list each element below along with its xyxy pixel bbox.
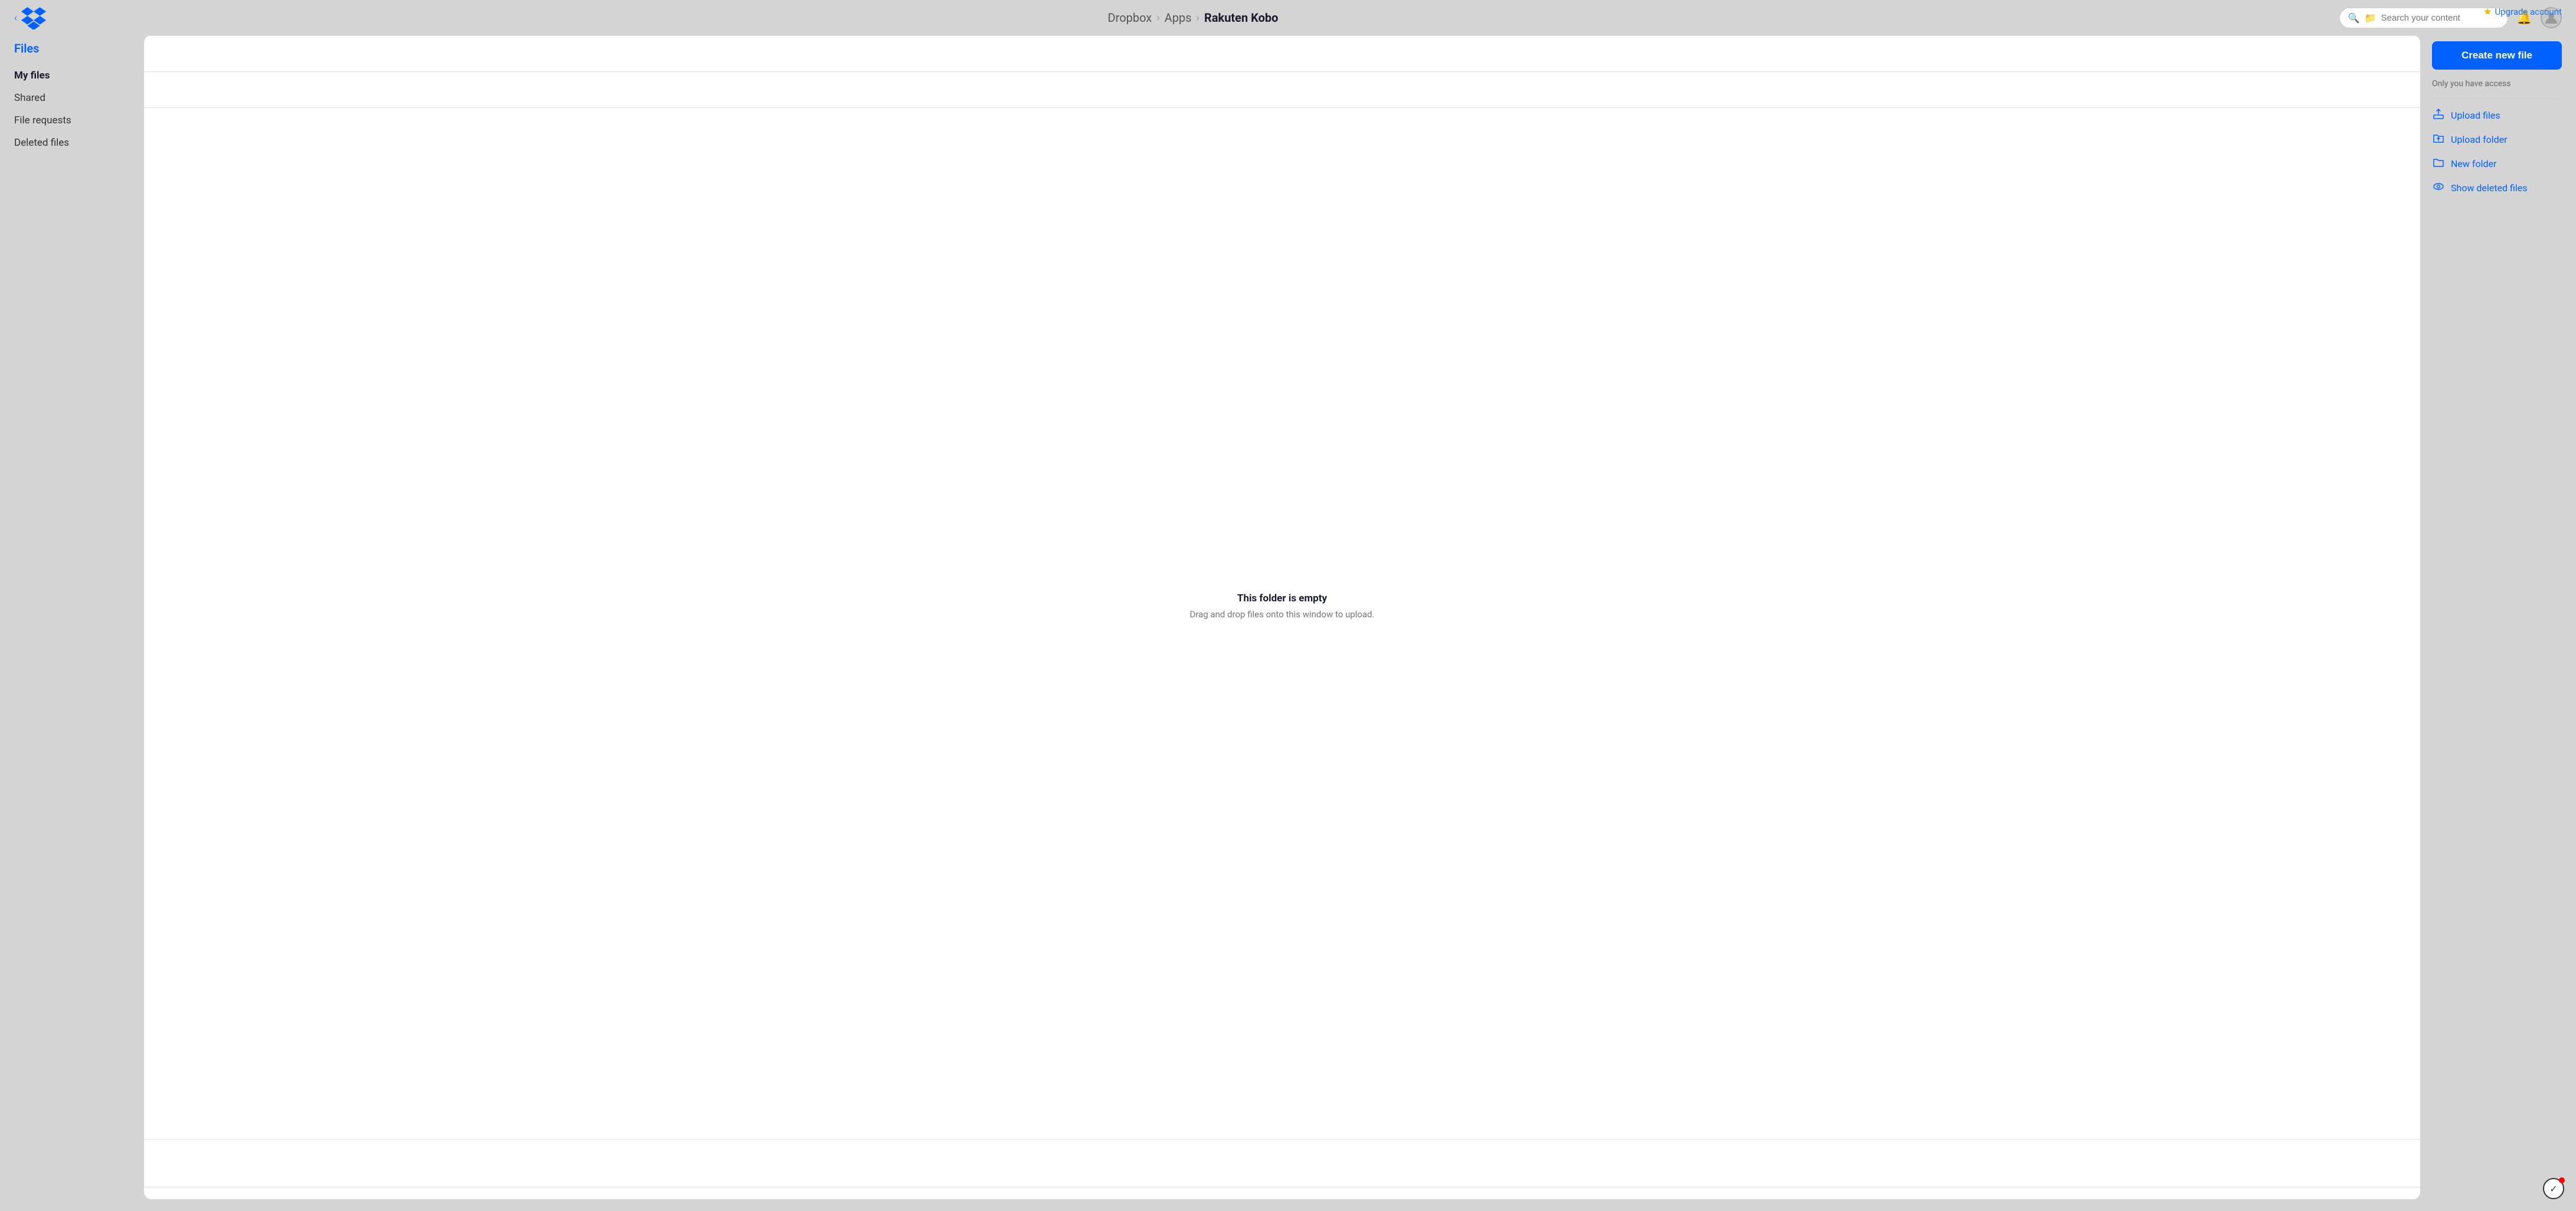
search-bar[interactable]: 🔍 📁 bbox=[2339, 8, 2508, 28]
breadcrumb: Dropbox › Apps › Rakuten Kobo bbox=[1108, 11, 1279, 25]
upload-files-label: Upload files bbox=[2451, 110, 2500, 121]
empty-folder-section: This folder is empty Drag and drop files… bbox=[144, 108, 2420, 1104]
sidebar-item-deleted-files-label: Deleted files bbox=[14, 137, 69, 149]
sidebar: Files My files Shared File requests Dele… bbox=[14, 35, 132, 1199]
upgrade-link[interactable]: ★ Upgrade account bbox=[2483, 6, 2562, 17]
upload-files-icon bbox=[2432, 108, 2445, 123]
back-chevron-icon[interactable]: ‹ bbox=[14, 12, 17, 24]
upload-files-item[interactable]: Upload files bbox=[2432, 108, 2562, 123]
content-area: This folder is empty Drag and drop files… bbox=[144, 35, 2420, 1199]
empty-folder-title: This folder is empty bbox=[1237, 593, 1327, 604]
divider-4 bbox=[144, 1139, 2420, 1140]
divider-2 bbox=[144, 71, 2420, 72]
dropbox-logo[interactable]: ‹ bbox=[14, 6, 47, 30]
main-layout: Files My files Shared File requests Dele… bbox=[0, 35, 2576, 1211]
breadcrumb-current: Rakuten Kobo bbox=[1204, 11, 1278, 25]
create-new-file-button[interactable]: Create new file bbox=[2432, 41, 2562, 70]
sidebar-files-heading[interactable]: Files bbox=[14, 41, 132, 55]
folder-search-icon: 📁 bbox=[2365, 12, 2376, 24]
sidebar-item-my-files[interactable]: My files bbox=[14, 70, 132, 81]
breadcrumb-sep1: › bbox=[1156, 12, 1159, 24]
status-check-indicator: ✓ bbox=[2543, 1178, 2564, 1199]
sidebar-nav: My files Shared File requests Deleted fi… bbox=[14, 70, 132, 149]
sidebar-item-file-requests[interactable]: File requests bbox=[14, 114, 132, 126]
new-folder-item[interactable]: New folder bbox=[2432, 156, 2562, 171]
new-folder-label: New folder bbox=[2451, 158, 2496, 169]
upgrade-label: Upgrade account bbox=[2495, 6, 2562, 17]
dropbox-logo-icon bbox=[21, 6, 47, 30]
empty-folder-subtitle: Drag and drop files onto this window to … bbox=[1190, 609, 1375, 620]
sidebar-item-my-files-label: My files bbox=[14, 70, 50, 81]
red-dot-indicator bbox=[2559, 1177, 2565, 1183]
right-panel: Create new file Only you have access Upl… bbox=[2432, 35, 2562, 1199]
new-folder-icon bbox=[2432, 156, 2445, 171]
upload-folder-label: Upload folder bbox=[2451, 134, 2508, 145]
topbar: ★ Upgrade account ‹ Dropbox › Apps › Rak… bbox=[0, 0, 2576, 35]
top-divider bbox=[144, 35, 2420, 36]
upload-folder-item[interactable]: Upload folder bbox=[2432, 132, 2562, 147]
breadcrumb-sep2: › bbox=[1197, 12, 1199, 24]
sidebar-item-deleted-files[interactable]: Deleted files bbox=[14, 137, 132, 149]
panel-divider bbox=[2432, 98, 2562, 99]
breadcrumb-apps[interactable]: Apps bbox=[1165, 11, 1192, 25]
search-icon: 🔍 bbox=[2348, 12, 2360, 24]
sidebar-item-shared[interactable]: Shared bbox=[14, 92, 132, 104]
topbar-left: ‹ bbox=[14, 6, 47, 30]
show-deleted-files-item[interactable]: Show deleted files bbox=[2432, 181, 2562, 195]
star-icon: ★ bbox=[2483, 6, 2492, 17]
show-deleted-icon bbox=[2432, 181, 2445, 195]
action-list: Upload files Upload folder New fold bbox=[2432, 108, 2562, 195]
show-deleted-label: Show deleted files bbox=[2451, 182, 2528, 194]
breadcrumb-nav: Dropbox › Apps › Rakuten Kobo bbox=[47, 11, 2339, 25]
sidebar-item-file-requests-label: File requests bbox=[14, 114, 71, 126]
access-text: Only you have access bbox=[2432, 79, 2562, 89]
sidebar-item-shared-label: Shared bbox=[14, 92, 45, 104]
upload-folder-icon bbox=[2432, 132, 2445, 147]
check-mark-icon: ✓ bbox=[2549, 1183, 2557, 1194]
search-input[interactable] bbox=[2381, 13, 2499, 23]
breadcrumb-dropbox[interactable]: Dropbox bbox=[1108, 11, 1152, 25]
